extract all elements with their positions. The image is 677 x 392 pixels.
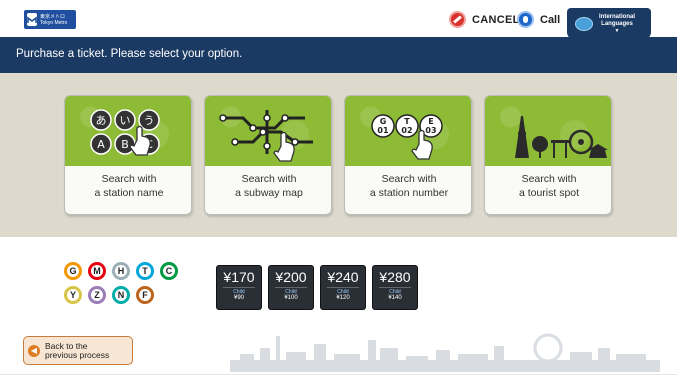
adult-fare: ¥170 xyxy=(223,269,255,285)
card-label-line2: a subway map xyxy=(235,187,303,199)
svg-text:あ: あ xyxy=(96,114,107,127)
search-subway-map-button[interactable]: Search with a subway map xyxy=(204,95,332,215)
card-label-line2: a station number xyxy=(369,187,449,199)
card-label-line1: Search with xyxy=(521,173,577,185)
line-mark-z: Z xyxy=(88,286,106,304)
logo-text: 東京メトロ Tokyo Metro xyxy=(40,13,68,26)
line-mark-t: T xyxy=(136,262,154,280)
child-fare: ¥140 xyxy=(388,295,402,301)
card-label: Search with a station number xyxy=(345,172,471,200)
search-station-name-button[interactable]: あ い う A B C Search with a station name xyxy=(64,95,192,215)
child-label: Child xyxy=(379,287,411,295)
station-number-icon: G01 T02 E03 xyxy=(371,114,443,160)
bottom-bar xyxy=(0,374,677,392)
line-mark-h: H xyxy=(112,262,130,280)
language-label-line1: International xyxy=(599,14,636,20)
call-button[interactable]: Call xyxy=(517,11,560,28)
adult-fare: ¥280 xyxy=(379,269,411,285)
adult-fare: ¥200 xyxy=(275,269,307,285)
adult-fare: ¥240 xyxy=(327,269,359,285)
child-fare: ¥100 xyxy=(284,295,298,301)
station-name-icon: あ い う A B C xyxy=(90,109,160,156)
call-icon xyxy=(517,11,534,28)
top-bar: 東京メトロ Tokyo Metro CANCEL Call Internatio… xyxy=(0,0,677,40)
search-station-number-button[interactable]: G 01 T 02 E 03 Search with a station number xyxy=(344,95,472,215)
card-label: Search with a station name xyxy=(65,172,191,200)
back-arrow-icon: ◀ xyxy=(28,344,40,357)
city-skyline-illustration xyxy=(230,333,660,372)
card-label-line1: Search with xyxy=(381,173,437,185)
line-mark-f: F xyxy=(136,286,154,304)
metro-logo-icon xyxy=(27,13,37,26)
language-label: International Languages ▼ xyxy=(599,14,635,34)
svg-text:A: A xyxy=(97,138,105,151)
globe-icon xyxy=(575,17,593,31)
svg-text:う: う xyxy=(144,114,155,127)
svg-text:B: B xyxy=(121,138,129,151)
card-label: Search with a tourist spot xyxy=(485,172,611,200)
search-options-panel: あ い う A B C Search with a station name xyxy=(0,73,677,237)
svg-text:03: 03 xyxy=(425,126,436,135)
fare-tile: ¥200 Child ¥100 xyxy=(268,265,314,310)
fare-tile: ¥240 Child ¥120 xyxy=(320,265,366,310)
tourist-spot-icon xyxy=(515,116,608,158)
call-label: Call xyxy=(540,13,561,26)
line-mark-g: G xyxy=(64,262,82,280)
child-label: Child xyxy=(327,287,359,295)
svg-text:01: 01 xyxy=(377,126,389,135)
line-mark-m: M xyxy=(88,262,106,280)
international-languages-button[interactable]: International Languages ▼ xyxy=(567,8,651,40)
line-mark-n: N xyxy=(112,286,130,304)
card-label: Search with a subway map xyxy=(205,172,331,200)
card-label-line1: Search with xyxy=(241,173,297,185)
cancel-button[interactable]: CANCEL xyxy=(449,11,520,28)
child-fare: ¥90 xyxy=(233,295,244,301)
search-tourist-spot-button[interactable]: Search with a tourist spot xyxy=(484,95,612,215)
svg-text:G: G xyxy=(380,117,387,126)
subway-map-icon xyxy=(219,110,313,162)
instruction-header: Purchase a ticket. Please select your op… xyxy=(0,37,677,73)
back-label: Back to the previous process xyxy=(45,341,110,360)
chevron-down-icon: ▼ xyxy=(614,28,620,34)
cancel-label: CANCEL xyxy=(472,13,520,26)
child-fare: ¥120 xyxy=(336,295,350,301)
tokyo-metro-logo: 東京メトロ Tokyo Metro xyxy=(24,10,76,29)
svg-text:T: T xyxy=(404,117,410,126)
card-label-line2: a tourist spot xyxy=(518,187,580,199)
child-label: Child xyxy=(223,287,255,295)
card-label-line1: Search with xyxy=(101,173,157,185)
language-label-line2: Languages xyxy=(601,21,633,27)
child-label: Child xyxy=(275,287,307,295)
line-mark-c: C xyxy=(160,262,178,280)
page-title: Purchase a ticket. Please select your op… xyxy=(16,48,243,60)
card-label-line2: a station name xyxy=(94,187,164,199)
fare-tile: ¥170 Child ¥90 xyxy=(216,265,262,310)
line-mark-y: Y xyxy=(64,286,82,304)
back-label-line2: previous process xyxy=(45,349,110,360)
svg-text:い: い xyxy=(120,114,131,127)
back-to-previous-button[interactable]: ◀ Back to the previous process xyxy=(23,336,133,365)
cancel-icon xyxy=(449,11,466,28)
svg-text:02: 02 xyxy=(401,126,412,135)
svg-text:E: E xyxy=(428,117,433,126)
fare-tile: ¥280 Child ¥140 xyxy=(372,265,418,310)
